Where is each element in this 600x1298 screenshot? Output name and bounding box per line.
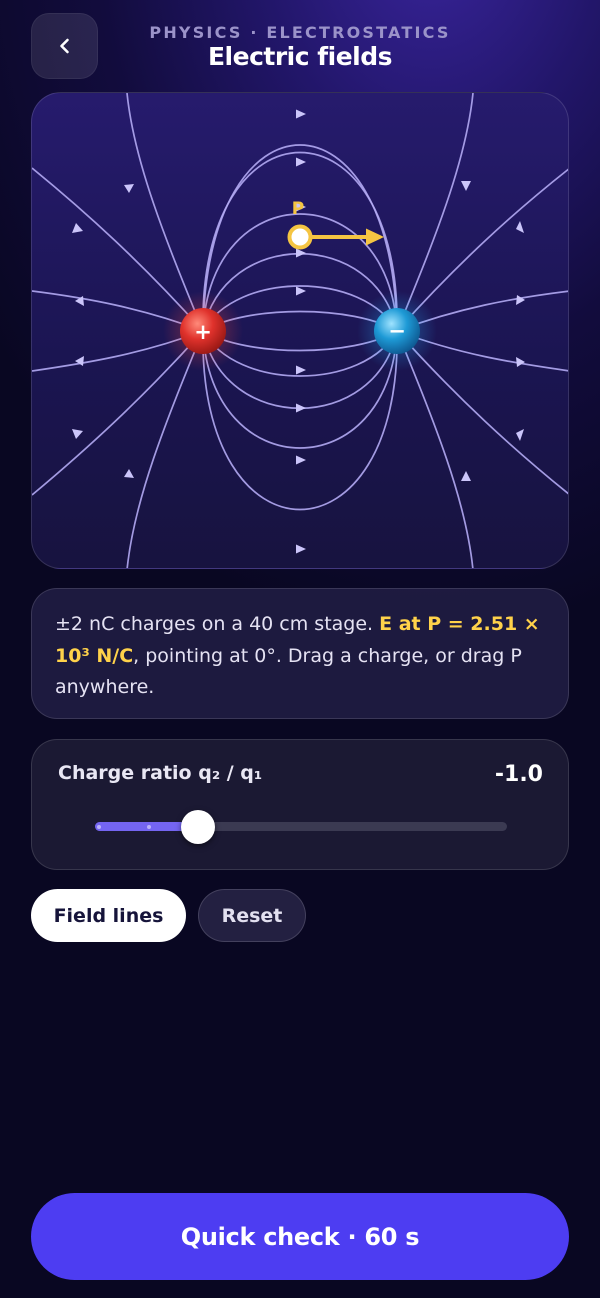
slider-thumb[interactable] (181, 810, 215, 844)
subject-eyebrow: PHYSICS · ELECTROSTATICS (149, 23, 451, 42)
info-text-intro: ±2 nC charges on a 40 cm stage. (55, 613, 380, 635)
field-arrowheads (72, 109, 525, 554)
slider-tick (147, 825, 151, 829)
field-stage[interactable]: + − P (31, 92, 569, 569)
reset-button[interactable]: Reset (198, 889, 306, 942)
slider-tick (97, 825, 101, 829)
page-title: Electric fields (207, 42, 393, 71)
quick-check-button[interactable]: Quick check · 60 s (31, 1193, 569, 1280)
field-lines-toggle[interactable]: Field lines (31, 889, 186, 942)
probe-label: P (292, 199, 304, 219)
info-card: ±2 nC charges on a 40 cm stage. E at P =… (31, 588, 569, 719)
field-vector-arrowhead (366, 228, 384, 246)
charge-ratio-value: -1.0 (494, 762, 543, 787)
positive-charge-symbol: + (194, 320, 212, 344)
charge-ratio-label: Charge ratio q₂ / q₁ (58, 762, 263, 784)
charge-ratio-card: Charge ratio q₂ / q₁ -1.0 (31, 739, 569, 870)
positive-charge[interactable]: + (180, 308, 226, 354)
probe-handle (287, 224, 313, 250)
negative-charge[interactable]: − (374, 308, 420, 354)
field-lines-canvas: + − P (32, 93, 568, 568)
charge-ratio-slider[interactable] (95, 810, 507, 844)
negative-charge-symbol: − (388, 319, 406, 343)
